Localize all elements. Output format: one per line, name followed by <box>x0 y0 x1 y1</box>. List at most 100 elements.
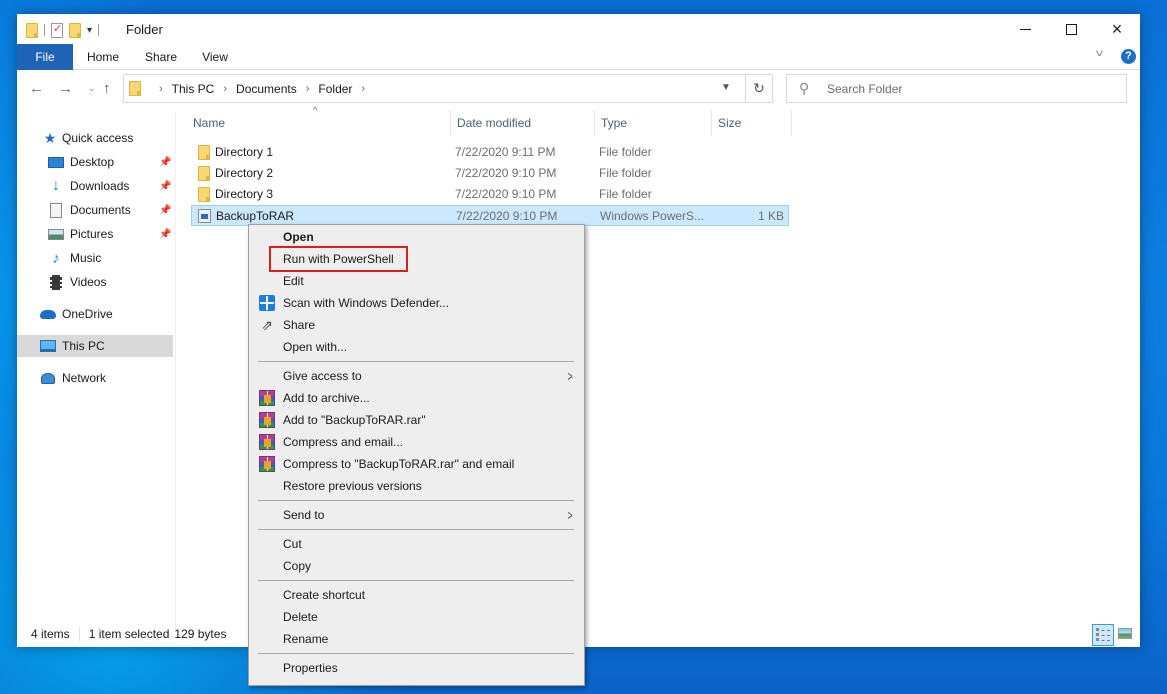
sidebar-item-label: Downloads <box>70 179 130 193</box>
ribbon-tabs: File Home Share View v ? <box>17 44 1140 70</box>
column-header-date-modified[interactable]: Date modified <box>450 110 594 136</box>
menu-item-cut[interactable]: Cut <box>251 533 582 555</box>
file-type: File folder <box>599 166 652 180</box>
pin-icon[interactable]: 📌 <box>159 157 171 168</box>
menu-item-create-shortcut[interactable]: Create shortcut <box>251 584 582 606</box>
menu-item-send-to[interactable]: Send to > <box>251 504 582 526</box>
properties-icon[interactable] <box>51 22 63 38</box>
sidebar-item-label: Videos <box>70 275 107 289</box>
column-divider[interactable] <box>791 110 798 136</box>
menu-item-copy[interactable]: Copy <box>251 555 582 577</box>
recent-locations-button[interactable]: ⌄ <box>88 83 96 94</box>
column-header-name[interactable]: Name <box>187 110 450 136</box>
sidebar-item-downloads[interactable]: ↓ Downloads 📌 <box>17 175 173 197</box>
maximize-button[interactable] <box>1048 14 1094 44</box>
up-button[interactable]: ↑ <box>103 80 111 97</box>
sidebar-item-onedrive[interactable]: OneDrive <box>17 303 173 325</box>
tab-home[interactable]: Home <box>81 44 125 70</box>
large-icons-view-button[interactable] <box>1118 628 1132 639</box>
sidebar-item-network[interactable]: Network <box>17 367 173 389</box>
divider <box>78 627 80 641</box>
menu-item-restore-previous-versions[interactable]: Restore previous versions <box>251 475 582 497</box>
folder-icon <box>129 81 141 96</box>
submenu-chevron-right-icon: > <box>567 507 573 523</box>
new-folder-icon[interactable] <box>69 22 81 38</box>
menu-item-edit[interactable]: Edit <box>251 270 582 292</box>
search-icon: ⚲ <box>799 80 810 96</box>
forward-button[interactable]: → <box>58 80 73 97</box>
title-bar: ▾ Folder × <box>17 14 1140 44</box>
help-icon[interactable]: ? <box>1121 49 1136 64</box>
breadcrumb-this-pc[interactable]: This PC <box>172 82 215 96</box>
sidebar-item-label: Music <box>70 251 102 265</box>
column-header-type[interactable]: Type <box>594 110 711 136</box>
refresh-button[interactable]: ↻ <box>746 74 773 103</box>
sidebar-item-desktop[interactable]: Desktop 📌 <box>17 151 173 173</box>
file-row[interactable]: Directory 3 7/22/2020 9:10 PM File folde… <box>191 184 789 205</box>
details-view-button[interactable] <box>1092 624 1114 646</box>
pictures-icon <box>48 226 64 242</box>
menu-separator <box>258 529 574 530</box>
film-icon <box>48 274 64 290</box>
breadcrumb-separator-icon[interactable]: › <box>159 83 163 95</box>
file-type: File folder <box>599 187 652 201</box>
menu-item-label: Delete <box>283 610 318 624</box>
file-name: BackupToRAR <box>216 209 295 223</box>
file-size: 1 KB <box>757 209 784 223</box>
breadcrumb-folder[interactable]: Folder <box>318 82 352 96</box>
pin-icon[interactable]: 📌 <box>159 181 171 192</box>
pin-icon[interactable]: 📌 <box>159 229 171 240</box>
breadcrumb-separator-icon[interactable]: › <box>223 83 227 95</box>
file-date: 7/22/2020 9:10 PM <box>455 187 557 201</box>
sidebar-item-this-pc[interactable]: This PC <box>17 335 173 357</box>
tab-share[interactable]: Share <box>139 44 183 70</box>
menu-item-rename[interactable]: Rename <box>251 628 582 650</box>
minimize-button[interactable] <box>1002 14 1048 44</box>
menu-separator <box>258 580 574 581</box>
address-history-chevron-icon[interactable]: ▼ <box>721 82 731 93</box>
cloud-icon <box>40 306 56 322</box>
menu-item-label: Edit <box>283 274 304 288</box>
file-row[interactable]: Directory 1 7/22/2020 9:11 PM File folde… <box>191 142 789 163</box>
sidebar-item-documents[interactable]: Documents 📌 <box>17 199 173 221</box>
sidebar-item-videos[interactable]: Videos <box>17 271 173 293</box>
breadcrumb-separator-icon[interactable]: › <box>361 83 365 95</box>
breadcrumb: › This PC › Documents › Folder › <box>150 75 374 102</box>
menu-item-properties[interactable]: Properties <box>251 657 582 679</box>
winrar-icon <box>259 390 275 406</box>
folder-icon <box>26 22 38 38</box>
menu-item-label: Open with... <box>283 340 348 354</box>
customize-toolbar-dropdown-icon[interactable]: ▾ <box>87 25 92 36</box>
file-row-selected[interactable]: BackupToRAR 7/22/2020 9:10 PM Windows Po… <box>191 205 789 226</box>
column-header-size[interactable]: Size <box>711 110 791 136</box>
menu-item-add-to-rar[interactable]: Add to "BackupToRAR.rar" <box>251 409 582 431</box>
menu-item-add-to-archive[interactable]: Add to archive... <box>251 387 582 409</box>
file-date: 7/22/2020 9:10 PM <box>456 209 558 223</box>
close-button[interactable]: × <box>1094 14 1140 44</box>
menu-item-open-with[interactable]: Open with... <box>251 336 582 358</box>
breadcrumb-documents[interactable]: Documents <box>236 82 297 96</box>
sidebar-item-pictures[interactable]: Pictures 📌 <box>17 223 173 245</box>
menu-item-give-access-to[interactable]: Give access to > <box>251 365 582 387</box>
sidebar-item-music[interactable]: ♪ Music <box>17 247 173 269</box>
tab-view[interactable]: View <box>197 44 233 70</box>
tab-file[interactable]: File <box>17 44 73 70</box>
menu-item-scan-with-windows-defender[interactable]: Scan with Windows Defender... <box>251 292 582 314</box>
menu-item-share[interactable]: ⇗ Share <box>251 314 582 336</box>
back-button[interactable]: ← <box>29 80 44 97</box>
file-row[interactable]: Directory 2 7/22/2020 9:10 PM File folde… <box>191 163 789 184</box>
pane-divider[interactable] <box>175 112 176 630</box>
file-name: Directory 1 <box>215 145 274 159</box>
expand-ribbon-chevron-icon[interactable]: v <box>1096 48 1103 59</box>
sidebar-item-quick-access[interactable]: ★ Quick access <box>17 127 173 149</box>
menu-item-compress-and-email[interactable]: Compress and email... <box>251 431 582 453</box>
pin-icon[interactable]: 📌 <box>159 205 171 216</box>
menu-item-compress-to-rar-and-email[interactable]: Compress to "BackupToRAR.rar" and email <box>251 453 582 475</box>
address-bar[interactable]: › This PC › Documents › Folder › ▼ <box>123 74 746 103</box>
menu-item-delete[interactable]: Delete <box>251 606 582 628</box>
breadcrumb-separator-icon[interactable]: › <box>306 83 310 95</box>
selection-count: 1 item selected <box>88 627 170 641</box>
menu-item-open[interactable]: Open <box>251 226 582 248</box>
menu-item-label: Cut <box>283 537 302 551</box>
search-input[interactable]: ⚲ Search Folder <box>786 74 1127 103</box>
